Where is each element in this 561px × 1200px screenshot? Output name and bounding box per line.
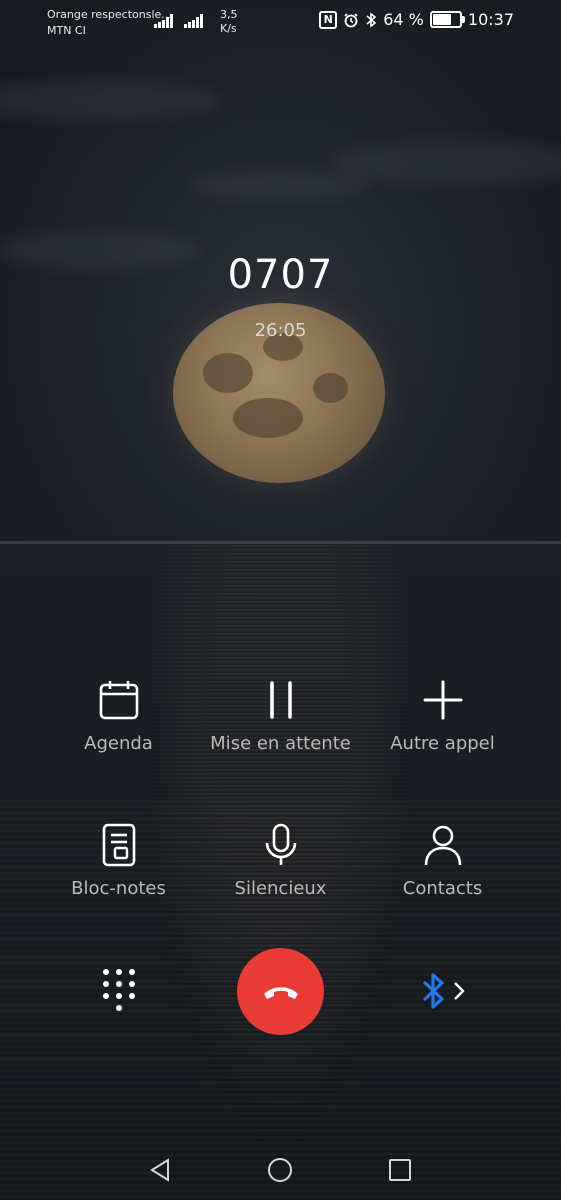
caller-number: 0707 <box>227 252 334 298</box>
home-button[interactable] <box>264 1154 296 1186</box>
chevron-right-icon <box>454 982 465 1000</box>
add-call-button[interactable]: Autre appel <box>349 677 536 754</box>
signal-e-icon <box>184 12 203 28</box>
plus-icon <box>349 677 536 723</box>
home-icon <box>268 1158 292 1182</box>
network-speed-value: 3,5 <box>220 8 238 21</box>
network-speed-unit: K/s <box>220 22 237 35</box>
status-bar: Orange respectonsle... MTN CI 3,5 K/s N … <box>0 0 561 44</box>
status-icons: N 64 % 10:37 <box>319 10 514 29</box>
contacts-button[interactable]: Contacts <box>349 822 536 899</box>
contacts-label: Contacts <box>402 878 483 899</box>
call-duration: 26:05 <box>254 320 307 341</box>
end-call-icon <box>263 986 298 999</box>
back-icon <box>150 1158 169 1182</box>
clock: 10:37 <box>467 10 514 29</box>
battery-percent: 64 % <box>383 10 424 29</box>
carrier-secondary: MTN CI <box>47 24 86 37</box>
alarm-icon <box>344 12 358 27</box>
agenda-button[interactable]: Agenda <box>25 677 212 754</box>
notepad-label: Bloc-notes <box>71 878 166 899</box>
recents-button[interactable] <box>384 1154 416 1186</box>
calendar-icon <box>25 677 212 723</box>
add-call-label: Autre appel <box>390 733 495 754</box>
network-speed: 3,5 K/s <box>220 8 238 36</box>
audio-route-button[interactable] <box>420 966 490 1016</box>
wallpaper-cloud <box>190 170 370 200</box>
navigation-bar <box>0 1140 561 1200</box>
signal-h-icon <box>154 12 173 28</box>
battery-level <box>432 14 451 25</box>
end-call-button[interactable] <box>237 948 324 1035</box>
pause-icon <box>187 677 374 723</box>
wallpaper-horizon <box>0 541 561 544</box>
mute-button[interactable]: Silencieux <box>187 822 374 899</box>
recents-icon <box>389 1159 411 1181</box>
back-button[interactable] <box>144 1154 176 1186</box>
hold-label: Mise en attente <box>210 733 351 754</box>
call-screen: Orange respectonsle... MTN CI 3,5 K/s N … <box>0 0 561 1200</box>
notepad-icon <box>25 822 212 868</box>
dialpad-button[interactable] <box>98 965 142 1017</box>
microphone-icon <box>187 822 374 868</box>
nfc-icon: N <box>319 10 338 29</box>
battery-icon <box>429 11 465 28</box>
bluetooth-icon <box>422 973 444 1009</box>
mute-label: Silencieux <box>234 878 327 899</box>
contact-icon <box>349 822 536 868</box>
hold-button[interactable]: Mise en attente <box>187 677 374 754</box>
agenda-label: Agenda <box>84 733 153 754</box>
notepad-button[interactable]: Bloc-notes <box>25 822 212 899</box>
bluetooth-icon <box>366 11 377 28</box>
